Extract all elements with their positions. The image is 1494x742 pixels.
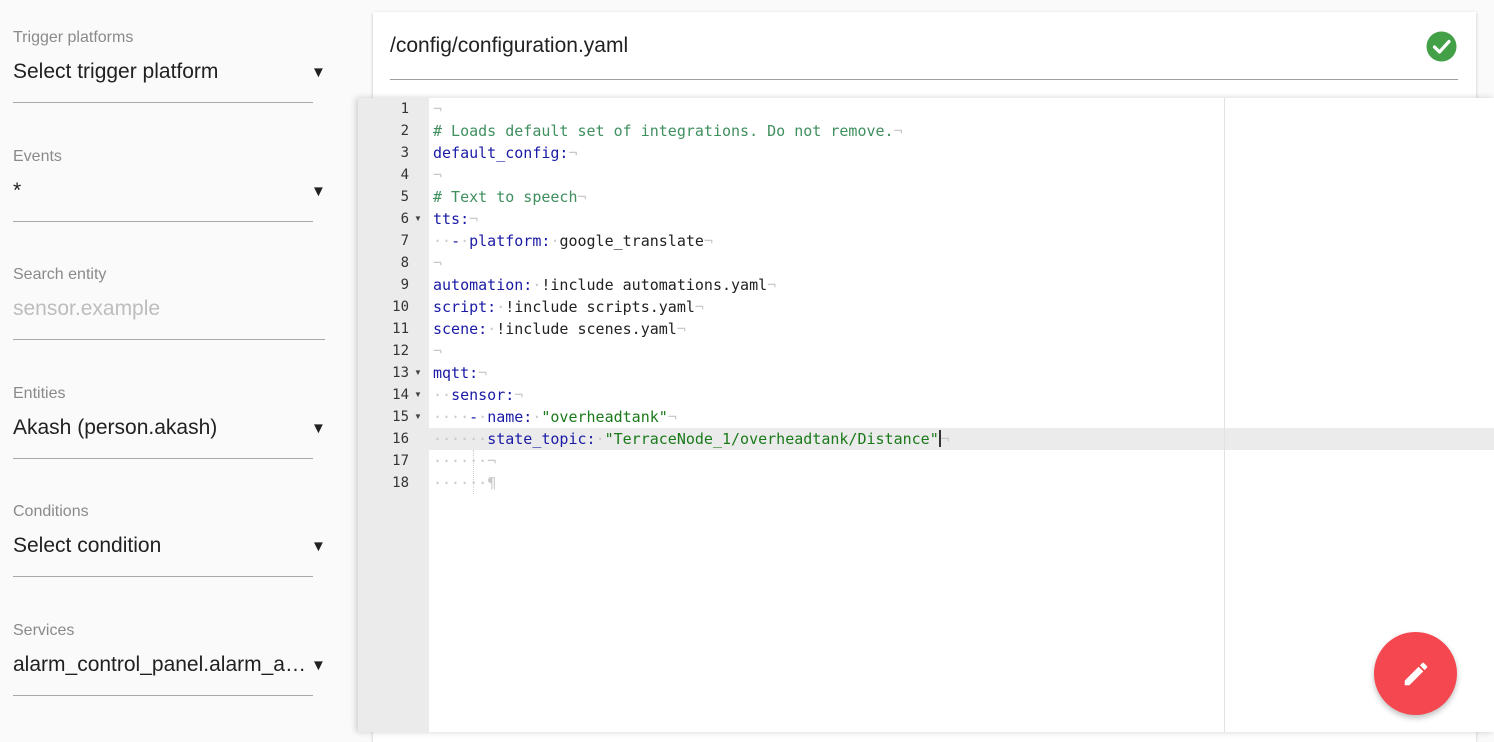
code-line[interactable]: 1 ¬ (358, 98, 1494, 120)
field-underline (13, 221, 313, 222)
events-field[interactable]: Events * ▼ (13, 147, 326, 222)
line-number: 15 (392, 409, 409, 425)
code-text: # Loads default set of integrations. Do … (433, 122, 903, 140)
trigger-platforms-label: Trigger platforms (13, 29, 134, 46)
pencil-icon (1404, 662, 1427, 685)
fold-toggle-icon[interactable]: ▼ (414, 208, 422, 230)
entities-select[interactable]: Akash (person.akash) (13, 414, 303, 442)
code-line[interactable]: 18 ······¶ (358, 472, 1494, 494)
field-underline (13, 458, 313, 459)
code-text: ··sensor:¬ (433, 386, 524, 404)
conditions-field[interactable]: Conditions Select condition ▼ (13, 502, 326, 577)
code-text: mqtt:¬ (433, 364, 488, 382)
field-underline (13, 695, 313, 696)
search-entity-label: Search entity (13, 266, 107, 283)
conditions-label: Conditions (13, 503, 89, 520)
services-field[interactable]: Services alarm_control_panel.alarm_arm_a… (13, 621, 326, 696)
code-text: ¬ (433, 166, 443, 184)
code-line[interactable]: 15 ▼ ····-·name:·"overheadtank"¬ (358, 406, 1494, 428)
line-number: 8 (400, 255, 409, 271)
code-text: scene:·!include scenes.yaml¬ (433, 320, 686, 338)
file-path: /config/configuration.yaml (390, 34, 629, 57)
check-circle-icon (1426, 31, 1457, 62)
line-number: 3 (400, 145, 409, 161)
line-number: 11 (392, 321, 409, 337)
sidebar: Trigger platforms Select trigger platfor… (0, 0, 340, 732)
line-number: 5 (400, 189, 409, 205)
entities-field[interactable]: Entities Akash (person.akash) ▼ (13, 384, 326, 459)
code-line[interactable]: 10 script:·!include scripts.yaml¬ (358, 296, 1494, 318)
field-underline (13, 102, 313, 103)
code-line[interactable]: 7 ··-·platform:·google_translate¬ (358, 230, 1494, 252)
entities-label: Entities (13, 385, 66, 402)
line-number: 16 (392, 431, 409, 447)
line-number: 4 (400, 167, 409, 183)
services-label: Services (13, 622, 75, 639)
line-number: 7 (400, 233, 409, 249)
code-text: ····-·name:·"overheadtank"¬ (433, 408, 677, 426)
fold-toggle-icon[interactable]: ▼ (414, 406, 422, 428)
file-path-underline (390, 79, 1458, 80)
line-number: 6 (400, 211, 409, 227)
line-number: 10 (392, 299, 409, 315)
line-number: 17 (392, 453, 409, 469)
code-editor[interactable]: 1 ¬ 2 # Loads default set of integration… (358, 98, 1494, 732)
code-text: script:·!include scripts.yaml¬ (433, 298, 704, 316)
events-select[interactable]: * (13, 177, 303, 205)
code-line[interactable]: 9 automation:·!include automations.yaml¬ (358, 274, 1494, 296)
code-line[interactable]: 2 # Loads default set of integrations. D… (358, 120, 1494, 142)
code-line-active[interactable]: 16 ······state_topic:·"TerraceNode_1/ove… (358, 428, 1494, 450)
code-text: default_config:¬ (433, 144, 578, 162)
code-text: ······¬ (433, 452, 497, 470)
services-select[interactable]: alarm_control_panel.alarm_arm_away (13, 651, 307, 679)
search-entity-input[interactable]: sensor.example (13, 295, 313, 323)
code-text: tts:¬ (433, 210, 479, 228)
conditions-select[interactable]: Select condition (13, 532, 303, 560)
fold-toggle-icon[interactable]: ▼ (414, 384, 422, 406)
events-label: Events (13, 148, 62, 165)
line-number: 12 (392, 343, 409, 359)
code-line[interactable]: 11 scene:·!include scenes.yaml¬ (358, 318, 1494, 340)
chevron-down-icon[interactable]: ▼ (311, 183, 326, 201)
chevron-down-icon[interactable]: ▼ (311, 420, 326, 438)
code-text: ¬ (433, 100, 443, 118)
line-number: 18 (392, 475, 409, 491)
code-line[interactable]: 5 # Text to speech¬ (358, 186, 1494, 208)
code-line[interactable]: 12 ¬ (358, 340, 1494, 362)
trigger-platforms-field[interactable]: Trigger platforms Select trigger platfor… (13, 28, 326, 103)
code-line[interactable]: 17 ······¬ (358, 450, 1494, 472)
code-line[interactable]: 3 default_config:¬ (358, 142, 1494, 164)
line-number: 2 (400, 123, 409, 139)
code-text: ··-·platform:·google_translate¬ (433, 232, 713, 250)
code-line[interactable]: 13 ▼ mqtt:¬ (358, 362, 1494, 384)
line-number: 1 (400, 101, 409, 117)
chevron-down-icon[interactable]: ▼ (311, 64, 326, 82)
fold-toggle-icon[interactable]: ▼ (414, 362, 422, 384)
code-text: # Text to speech¬ (433, 188, 587, 206)
code-line[interactable]: 6 ▼ tts:¬ (358, 208, 1494, 230)
code-text: ······state_topic:·"TerraceNode_1/overhe… (433, 430, 950, 448)
code-text: ¬ (433, 342, 443, 360)
code-text: ······¶ (433, 474, 497, 492)
edit-fab-button[interactable] (1374, 632, 1457, 715)
chevron-down-icon[interactable]: ▼ (311, 657, 326, 675)
search-entity-field[interactable]: Search entity sensor.example (13, 265, 325, 340)
code-line[interactable]: 14 ▼ ··sensor:¬ (358, 384, 1494, 406)
code-line[interactable]: 8 ¬ (358, 252, 1494, 274)
line-number: 14 (392, 387, 409, 403)
code-text: ¬ (433, 254, 443, 272)
field-underline (13, 576, 313, 577)
trigger-platforms-select[interactable]: Select trigger platform (13, 58, 303, 86)
chevron-down-icon[interactable]: ▼ (311, 538, 326, 556)
line-number: 9 (400, 277, 409, 293)
code-text: automation:·!include automations.yaml¬ (433, 276, 777, 294)
code-line[interactable]: 4 ¬ (358, 164, 1494, 186)
line-number: 13 (392, 365, 409, 381)
field-underline (13, 339, 325, 340)
